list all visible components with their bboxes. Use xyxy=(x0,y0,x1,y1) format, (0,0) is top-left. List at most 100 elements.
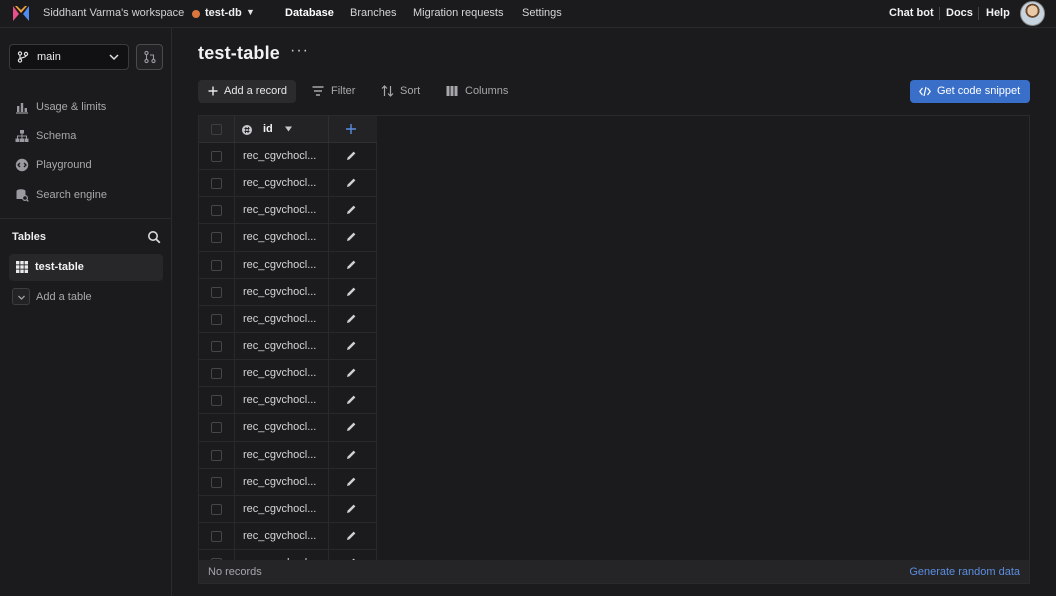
column-divider xyxy=(234,170,235,197)
table-row[interactable]: rec_cgvchocl... xyxy=(199,495,377,523)
edit-pencil-icon[interactable] xyxy=(346,394,357,405)
row-checkbox[interactable] xyxy=(211,368,222,380)
column-divider xyxy=(234,116,235,142)
record-id-cell[interactable]: rec_cgvchocl... xyxy=(243,367,316,379)
row-checkbox[interactable] xyxy=(211,205,222,217)
get-code-snippet-button[interactable]: Get code snippet xyxy=(910,80,1030,103)
row-checkbox[interactable] xyxy=(211,476,222,488)
generate-random-data-link[interactable]: Generate random data xyxy=(909,566,1020,578)
edit-pencil-icon[interactable] xyxy=(346,231,357,242)
sidebar-item-schema[interactable]: Schema xyxy=(15,128,76,144)
table-row[interactable]: rec_cgvchocl... xyxy=(199,278,377,306)
xata-logo-icon[interactable] xyxy=(12,5,30,22)
row-checkbox[interactable] xyxy=(211,340,222,352)
search-icon[interactable] xyxy=(147,230,161,244)
add-record-button[interactable]: Add a record xyxy=(198,80,296,103)
record-id-cell[interactable]: rec_cgvchocl... xyxy=(243,313,316,325)
sidebar-item-playground[interactable]: Playground xyxy=(15,157,92,173)
edit-pencil-icon[interactable] xyxy=(346,503,357,514)
row-checkbox[interactable] xyxy=(211,232,222,244)
edit-pencil-icon[interactable] xyxy=(346,313,357,324)
workspace-name[interactable]: Siddhant Varma's workspace xyxy=(43,7,184,19)
edit-pencil-icon[interactable] xyxy=(346,340,357,351)
database-selector[interactable]: test-db xyxy=(205,7,242,19)
sort-button[interactable]: Sort xyxy=(381,80,426,103)
select-all-checkbox[interactable] xyxy=(211,124,222,135)
table-row[interactable]: rec_cgvchocl... xyxy=(199,197,377,225)
add-column-icon[interactable] xyxy=(345,123,357,135)
nav-settings[interactable]: Settings xyxy=(522,7,562,19)
table-row[interactable]: rec_cgvchocl... xyxy=(199,441,377,469)
code-circle-icon xyxy=(15,158,29,172)
row-checkbox[interactable] xyxy=(211,286,222,298)
record-id-cell[interactable]: rec_cgvchocl... xyxy=(243,394,316,406)
table-row[interactable]: rec_cgvchocl... xyxy=(199,468,377,496)
branch-compare-button[interactable] xyxy=(136,44,163,70)
table-row[interactable]: rec_cgvchocl... xyxy=(199,143,377,171)
caret-down-icon[interactable] xyxy=(284,125,293,133)
branch-selector[interactable]: main xyxy=(9,44,129,70)
record-id-cell[interactable]: rec_cgvchocl... xyxy=(243,286,316,298)
table-row[interactable]: rec_cgvchocl... xyxy=(199,360,377,388)
user-avatar[interactable] xyxy=(1020,1,1045,26)
row-checkbox[interactable] xyxy=(211,395,222,407)
column-divider xyxy=(328,441,329,468)
edit-pencil-icon[interactable] xyxy=(346,449,357,460)
table-row[interactable]: rec_cgvchocl... xyxy=(199,251,377,279)
row-checkbox[interactable] xyxy=(211,530,222,542)
nav-migration-requests[interactable]: Migration requests xyxy=(413,7,504,19)
edit-pencil-icon[interactable] xyxy=(346,530,357,541)
edit-pencil-icon[interactable] xyxy=(346,367,357,378)
column-header-id[interactable]: id xyxy=(263,123,273,135)
page-title: test-table xyxy=(198,43,281,63)
row-checkbox[interactable] xyxy=(211,422,222,434)
record-id-cell[interactable]: rec_cgvchocl... xyxy=(243,530,316,542)
record-id-cell[interactable]: rec_cgvchocl... xyxy=(243,259,316,271)
chevron-down-icon xyxy=(109,54,119,61)
edit-pencil-icon[interactable] xyxy=(346,150,357,161)
help-link[interactable]: Help xyxy=(986,7,1010,19)
record-id-cell[interactable]: rec_cgvchocl... xyxy=(243,150,316,162)
row-checkbox[interactable] xyxy=(211,259,222,271)
nav-database[interactable]: Database xyxy=(285,7,334,19)
table-row[interactable]: rec_cgvchocl... xyxy=(199,414,377,442)
more-options-icon[interactable]: ··· xyxy=(290,42,309,60)
chat-bot-link[interactable]: Chat bot xyxy=(889,7,934,19)
table-row[interactable]: rec_cgvchocl... xyxy=(199,522,377,551)
record-id-cell[interactable]: rec_cgvchocl... xyxy=(243,476,316,488)
nav-branches[interactable]: Branches xyxy=(350,7,396,19)
record-id-cell[interactable]: rec_cgvchocl... xyxy=(243,421,316,433)
git-branch-icon xyxy=(17,51,29,63)
record-id-cell[interactable]: rec_cgvchocl... xyxy=(243,231,316,243)
filter-button[interactable]: Filter xyxy=(312,80,362,103)
column-divider xyxy=(328,332,329,360)
sidebar-item-search-engine[interactable]: Search engine xyxy=(15,187,107,203)
edit-pencil-icon[interactable] xyxy=(346,476,357,487)
record-id-cell[interactable]: rec_cgvchocl... xyxy=(243,340,316,352)
table-row[interactable]: rec_cgvchocl... xyxy=(199,332,377,361)
record-id-cell[interactable]: rec_cgvchocl... xyxy=(243,204,316,216)
row-checkbox[interactable] xyxy=(211,503,222,515)
record-id-cell[interactable]: rec_cgvchocl... xyxy=(243,177,316,189)
row-checkbox[interactable] xyxy=(211,449,222,461)
sidebar-item-usage-limits[interactable]: Usage & limits xyxy=(15,99,106,115)
sidebar-table-test-table[interactable]: test-table xyxy=(9,254,163,281)
row-checkbox[interactable] xyxy=(211,178,222,190)
docs-link[interactable]: Docs xyxy=(946,7,973,19)
table-row[interactable]: rec_cgvchocl... xyxy=(199,170,377,198)
row-checkbox[interactable] xyxy=(211,151,222,162)
columns-button[interactable]: Columns xyxy=(446,80,512,103)
record-id-cell[interactable]: rec_cgvchocl... xyxy=(243,449,316,461)
edit-pencil-icon[interactable] xyxy=(346,286,357,297)
edit-pencil-icon[interactable] xyxy=(346,204,357,215)
table-row[interactable]: rec_cgvchocl... xyxy=(199,305,377,333)
table-row[interactable]: rec_cgvchocl... xyxy=(199,224,377,252)
database-caret-icon[interactable]: ▼ xyxy=(246,7,255,17)
table-row[interactable]: rec_cgvchocl... xyxy=(199,387,377,415)
records-status: No records xyxy=(208,566,262,578)
record-id-cell[interactable]: rec_cgvchocl... xyxy=(243,503,316,515)
edit-pencil-icon[interactable] xyxy=(346,421,357,432)
edit-pencil-icon[interactable] xyxy=(346,177,357,188)
edit-pencil-icon[interactable] xyxy=(346,259,357,270)
row-checkbox[interactable] xyxy=(211,313,222,325)
